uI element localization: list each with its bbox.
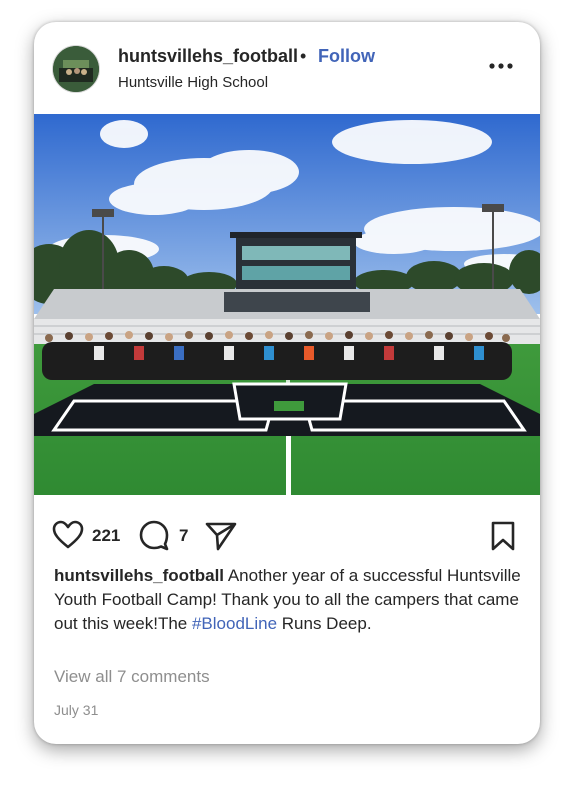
- comment-icon[interactable]: [138, 519, 170, 556]
- caption-text-after: Runs Deep.: [277, 614, 372, 633]
- heart-icon[interactable]: [52, 520, 84, 555]
- bookmark-icon[interactable]: [489, 520, 517, 557]
- location-link[interactable]: Huntsville High School: [118, 74, 268, 91]
- comment-count[interactable]: 7: [179, 526, 188, 546]
- follow-button[interactable]: Follow: [318, 46, 375, 67]
- caption-username[interactable]: huntsvillehs_football: [54, 566, 224, 585]
- post-image[interactable]: [34, 114, 540, 495]
- hashtag-link[interactable]: #BloodLine: [192, 614, 277, 633]
- profile-avatar[interactable]: [52, 45, 100, 93]
- post-header: huntsvillehs_football • Follow Huntsvill…: [34, 22, 540, 114]
- view-comments-link[interactable]: View all 7 comments: [54, 667, 210, 687]
- username[interactable]: huntsvillehs_football: [118, 46, 298, 67]
- action-bar: 221 7: [34, 517, 540, 557]
- post-caption: huntsvillehs_football Another year of a …: [54, 564, 524, 636]
- share-icon[interactable]: [204, 520, 238, 557]
- post-card: huntsvillehs_football • Follow Huntsvill…: [34, 22, 540, 744]
- more-horizontal-icon[interactable]: [488, 53, 514, 79]
- separator-dot: •: [300, 46, 307, 66]
- post-date: July 31: [54, 702, 99, 718]
- like-count[interactable]: 221: [92, 526, 120, 546]
